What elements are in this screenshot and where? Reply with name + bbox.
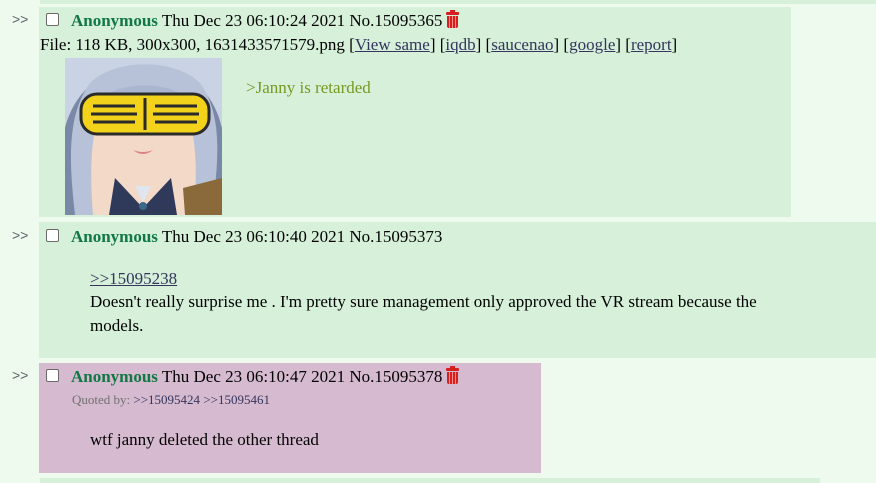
google-link[interactable]: google [569, 35, 615, 54]
backlink[interactable]: >>15095461 [203, 392, 270, 407]
post-datetime: Thu Dec 23 06:10:40 2021 [161, 227, 346, 246]
post-marker: >> [12, 227, 29, 243]
post-marker: >> [12, 367, 29, 383]
previous-post-edge [40, 0, 876, 4]
post-header: Anonymous Thu Dec 23 06:10:24 2021 No.15… [71, 10, 460, 31]
trash-icon[interactable] [446, 366, 460, 384]
post-header: Anonymous Thu Dec 23 06:10:47 2021 No.15… [71, 366, 460, 387]
quoted-by: Quoted by: >>15095424 >>15095461 [72, 392, 270, 408]
backlink[interactable]: >>15095424 [133, 392, 200, 407]
quote-link[interactable]: >>15095238 [90, 269, 177, 289]
post-select-checkbox[interactable] [46, 229, 59, 242]
post-number-link[interactable]: No.15095365 [349, 11, 442, 30]
poster-name: Anonymous [71, 367, 158, 386]
view-same-link[interactable]: View same [355, 35, 430, 54]
file-info: File: 118 KB, 300x300, 1631433571579.png… [40, 35, 678, 54]
post-number-link[interactable]: No.15095378 [349, 367, 442, 386]
post-thumbnail[interactable] [65, 58, 222, 215]
post-header: Anonymous Thu Dec 23 06:10:40 2021 No.15… [71, 227, 442, 247]
post-marker: >> [12, 11, 29, 27]
trash-icon[interactable] [446, 10, 460, 28]
post-message: wtf janny deleted the other thread [90, 430, 319, 449]
post-datetime: Thu Dec 23 06:10:47 2021 [161, 367, 346, 386]
anime-girl-thumbnail [65, 58, 222, 215]
report-link[interactable]: report [631, 35, 672, 54]
quoted-by-label: Quoted by: [72, 392, 131, 407]
greentext: >Janny is retarded [246, 78, 371, 97]
saucenao-link[interactable]: saucenao [491, 35, 553, 54]
post-select-checkbox[interactable] [46, 13, 59, 26]
post-select-checkbox[interactable] [46, 369, 59, 382]
iqdb-link[interactable]: iqdb [445, 35, 475, 54]
poster-name: Anonymous [71, 11, 158, 30]
file-info-text: File: 118 KB, 300x300, 1631433571579.png [40, 35, 345, 54]
post-message-line: Doesn't really surprise me . I'm pretty … [90, 292, 757, 311]
post-datetime: Thu Dec 23 06:10:24 2021 [161, 11, 346, 30]
post-number-link[interactable]: No.15095373 [349, 227, 442, 246]
post-message-line: models. [90, 316, 144, 335]
next-post-edge [40, 478, 820, 483]
poster-name: Anonymous [71, 227, 158, 246]
